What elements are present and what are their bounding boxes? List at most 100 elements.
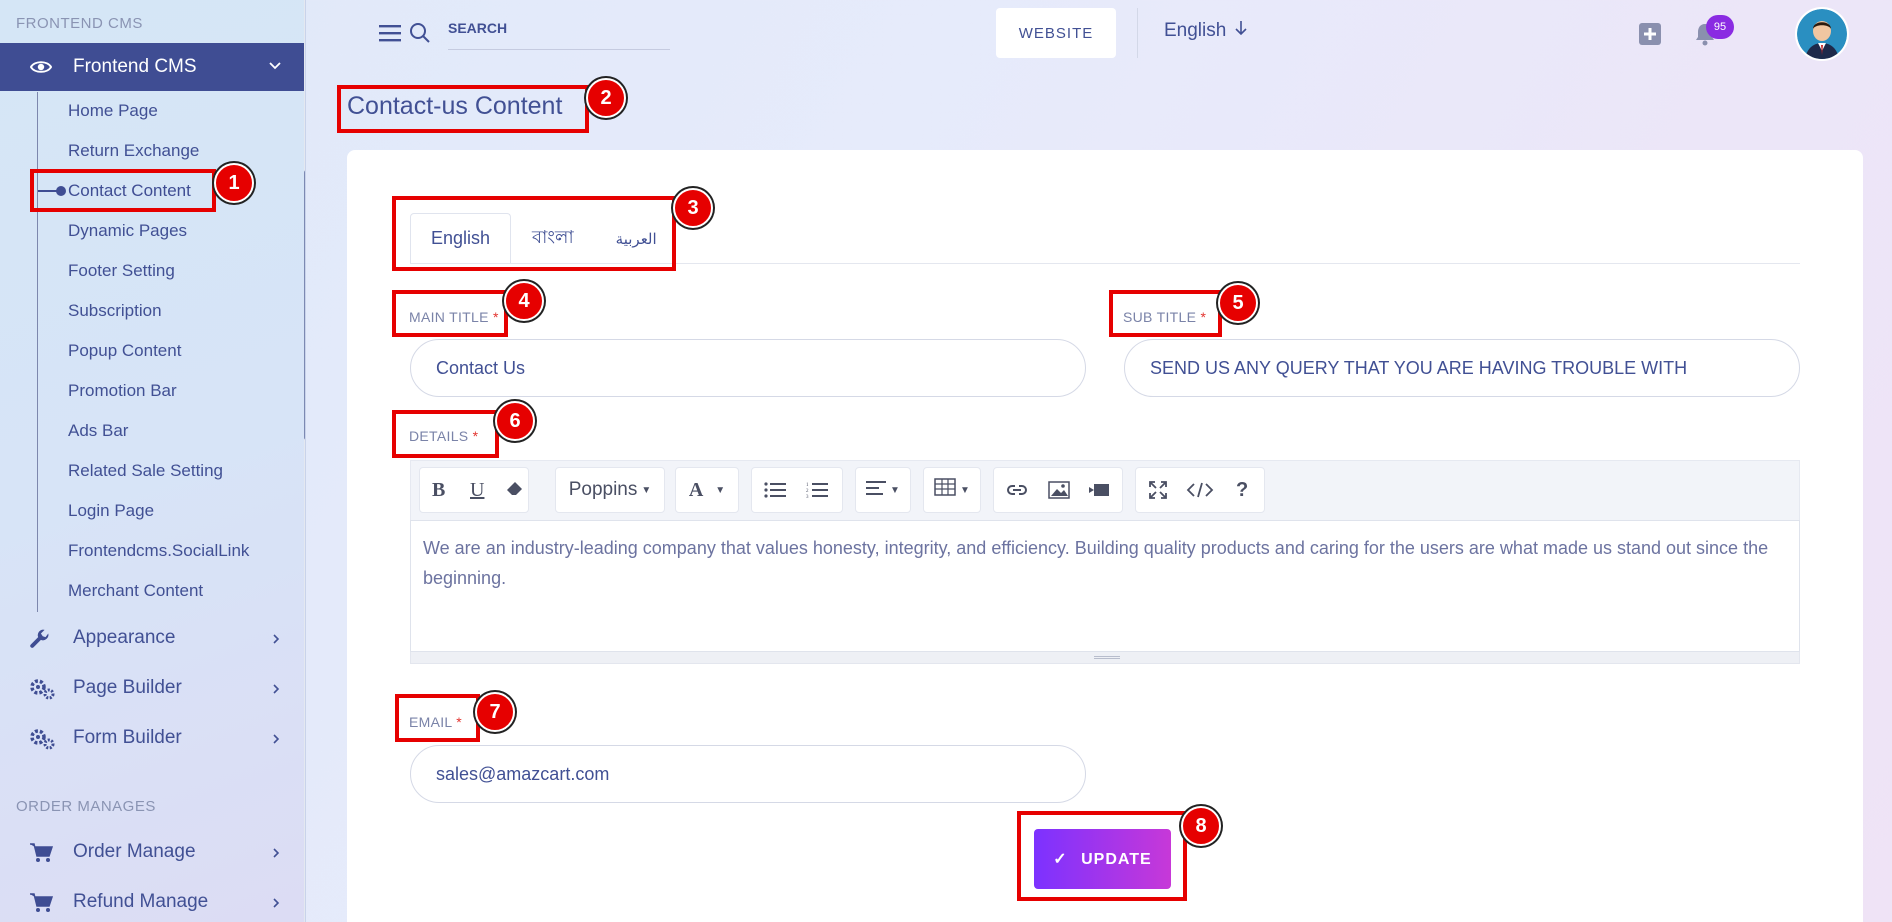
annotation-badge-7: 7 bbox=[475, 692, 515, 732]
chevron-right-icon bbox=[270, 846, 282, 864]
sidebar-subitem-related-sale-setting[interactable]: Related Sale Setting bbox=[68, 459, 223, 483]
language-select[interactable]: English bbox=[1164, 20, 1248, 42]
sidebar-item-page-builder[interactable]: Page Builder bbox=[0, 668, 304, 708]
annotation-badge-1: 1 bbox=[214, 163, 254, 203]
sidebar-item-label: Refund Manage bbox=[73, 891, 209, 912]
sidebar-subitem-promotion-bar[interactable]: Promotion Bar bbox=[68, 379, 177, 403]
hamburger-menu-icon[interactable] bbox=[379, 24, 401, 47]
table-icon bbox=[934, 478, 956, 502]
paragraph-align-button[interactable]: ▼ bbox=[855, 467, 911, 513]
sidebar-subitem-merchant-content[interactable]: Merchant Content bbox=[68, 579, 203, 603]
underline-button[interactable]: U bbox=[470, 479, 484, 502]
gears-icon bbox=[29, 678, 55, 705]
gears-icon bbox=[29, 728, 55, 755]
notification-badge[interactable]: 95 bbox=[1706, 15, 1734, 39]
sidebar-item-frontend-cms[interactable]: Frontend CMS bbox=[0, 43, 304, 91]
sidebar-scrollbar-thumb[interactable] bbox=[304, 170, 305, 440]
details-editor[interactable]: We are an industry-leading company that … bbox=[410, 520, 1800, 652]
avatar[interactable] bbox=[1795, 7, 1849, 61]
sidebar-subitem-home-page[interactable]: Home Page bbox=[68, 99, 158, 123]
annotation-badge-8: 8 bbox=[1181, 806, 1221, 846]
annotation-badge-5: 5 bbox=[1218, 283, 1258, 323]
sidebar-item-refund-manage[interactable]: Refund Manage bbox=[0, 882, 304, 922]
annotation-box-1 bbox=[30, 169, 216, 212]
sidebar-item-order-manage[interactable]: Order Manage bbox=[0, 832, 304, 872]
annotation-box-7 bbox=[395, 694, 480, 742]
sidebar-item-appearance[interactable]: Appearance bbox=[0, 618, 304, 658]
chevron-down-icon bbox=[268, 59, 282, 78]
cart-icon bbox=[29, 842, 54, 869]
font-family-select[interactable]: Poppins ▼ bbox=[555, 467, 665, 513]
sidebar-subitem-return-exchange[interactable]: Return Exchange bbox=[68, 139, 199, 163]
sidebar-item-label: Order Manage bbox=[73, 841, 196, 862]
annotation-box-3 bbox=[392, 196, 676, 271]
sidebar-item-label: Page Builder bbox=[73, 677, 182, 698]
image-icon[interactable] bbox=[1048, 481, 1070, 505]
text-style-group: B U bbox=[419, 467, 529, 513]
sidebar-subitem-login-page[interactable]: Login Page bbox=[68, 499, 154, 523]
font-color-button[interactable]: A ▼ bbox=[675, 467, 739, 513]
chevron-right-icon bbox=[270, 632, 282, 650]
annotation-badge-2: 2 bbox=[586, 78, 626, 118]
language-select-value: English bbox=[1164, 20, 1227, 41]
search-icon[interactable] bbox=[409, 22, 431, 49]
sidebar-subitem-ads-bar[interactable]: Ads Bar bbox=[68, 419, 128, 443]
search-input[interactable] bbox=[448, 14, 670, 50]
annotation-box-8 bbox=[1017, 811, 1187, 901]
eye-icon bbox=[29, 57, 53, 82]
annotation-badge-4: 4 bbox=[504, 281, 544, 321]
chevron-right-icon bbox=[270, 896, 282, 914]
sidebar-scrollbar-track[interactable] bbox=[304, 0, 305, 922]
sidebar: FRONTEND CMS Frontend CMS Home Page Retu… bbox=[0, 0, 306, 922]
bold-button[interactable]: B bbox=[432, 479, 445, 502]
sidebar-subitem-dynamic-pages[interactable]: Dynamic Pages bbox=[68, 219, 187, 243]
sidebar-subitem-popup-content[interactable]: Popup Content bbox=[68, 339, 181, 363]
unordered-list-icon[interactable] bbox=[764, 481, 786, 505]
annotation-box-4 bbox=[392, 290, 508, 337]
resize-grip bbox=[1094, 656, 1120, 659]
sidebar-item-label: Appearance bbox=[73, 627, 176, 648]
chevron-right-icon bbox=[270, 732, 282, 750]
caret-down-icon: ▼ bbox=[890, 484, 900, 496]
link-icon[interactable] bbox=[1006, 481, 1028, 505]
sidebar-subitem-subscription[interactable]: Subscription bbox=[68, 299, 162, 323]
svg-text:1: 1 bbox=[806, 483, 809, 488]
code-view-icon[interactable] bbox=[1186, 481, 1214, 505]
wrench-icon bbox=[29, 628, 51, 655]
font-color-icon: A bbox=[688, 478, 704, 501]
sub-title-input[interactable] bbox=[1124, 339, 1800, 397]
sidebar-item-form-builder[interactable]: Form Builder bbox=[0, 718, 304, 758]
sidebar-item-label: Form Builder bbox=[73, 727, 182, 748]
caret-down-icon: ▼ bbox=[960, 484, 970, 496]
sidebar-subitem-footer-setting[interactable]: Footer Setting bbox=[68, 259, 175, 283]
table-button[interactable]: ▼ bbox=[923, 467, 981, 513]
list-group: 123 bbox=[751, 467, 843, 513]
video-icon[interactable] bbox=[1088, 481, 1110, 505]
ordered-list-icon[interactable]: 123 bbox=[806, 481, 828, 505]
fullscreen-icon[interactable] bbox=[1148, 480, 1168, 506]
annotation-box-5 bbox=[1109, 290, 1222, 337]
sidebar-item-label: Frontend CMS bbox=[73, 56, 197, 77]
sidebar-subitem-social-link[interactable]: Frontendcms.SocialLink bbox=[68, 539, 249, 563]
email-field[interactable] bbox=[410, 745, 1086, 803]
arrow-down-icon bbox=[1234, 20, 1248, 42]
editor-toolbar: B U Poppins ▼ A ▼ 123 ▼ ▼ ? bbox=[410, 460, 1800, 520]
header-divider bbox=[1137, 8, 1138, 58]
chevron-right-icon bbox=[270, 682, 282, 700]
annotation-badge-3: 3 bbox=[673, 188, 713, 228]
section-label-order-manages: ORDER MANAGES bbox=[16, 798, 156, 815]
caret-down-icon: ▼ bbox=[641, 484, 652, 496]
annotation-box-6 bbox=[392, 410, 499, 458]
plus-square-icon[interactable] bbox=[1638, 22, 1662, 51]
editor-resize-handle[interactable] bbox=[410, 652, 1800, 664]
svg-text:2: 2 bbox=[806, 489, 809, 494]
align-left-icon bbox=[866, 479, 887, 502]
annotation-box-2 bbox=[337, 85, 589, 133]
eraser-icon[interactable] bbox=[506, 480, 524, 504]
font-family-value: Poppins bbox=[568, 479, 638, 500]
caret-down-icon: ▼ bbox=[715, 484, 726, 496]
svg-text:3: 3 bbox=[806, 495, 809, 499]
website-button[interactable]: WEBSITE bbox=[996, 8, 1116, 58]
help-icon[interactable]: ? bbox=[1236, 479, 1248, 502]
main-title-input[interactable] bbox=[410, 339, 1086, 397]
